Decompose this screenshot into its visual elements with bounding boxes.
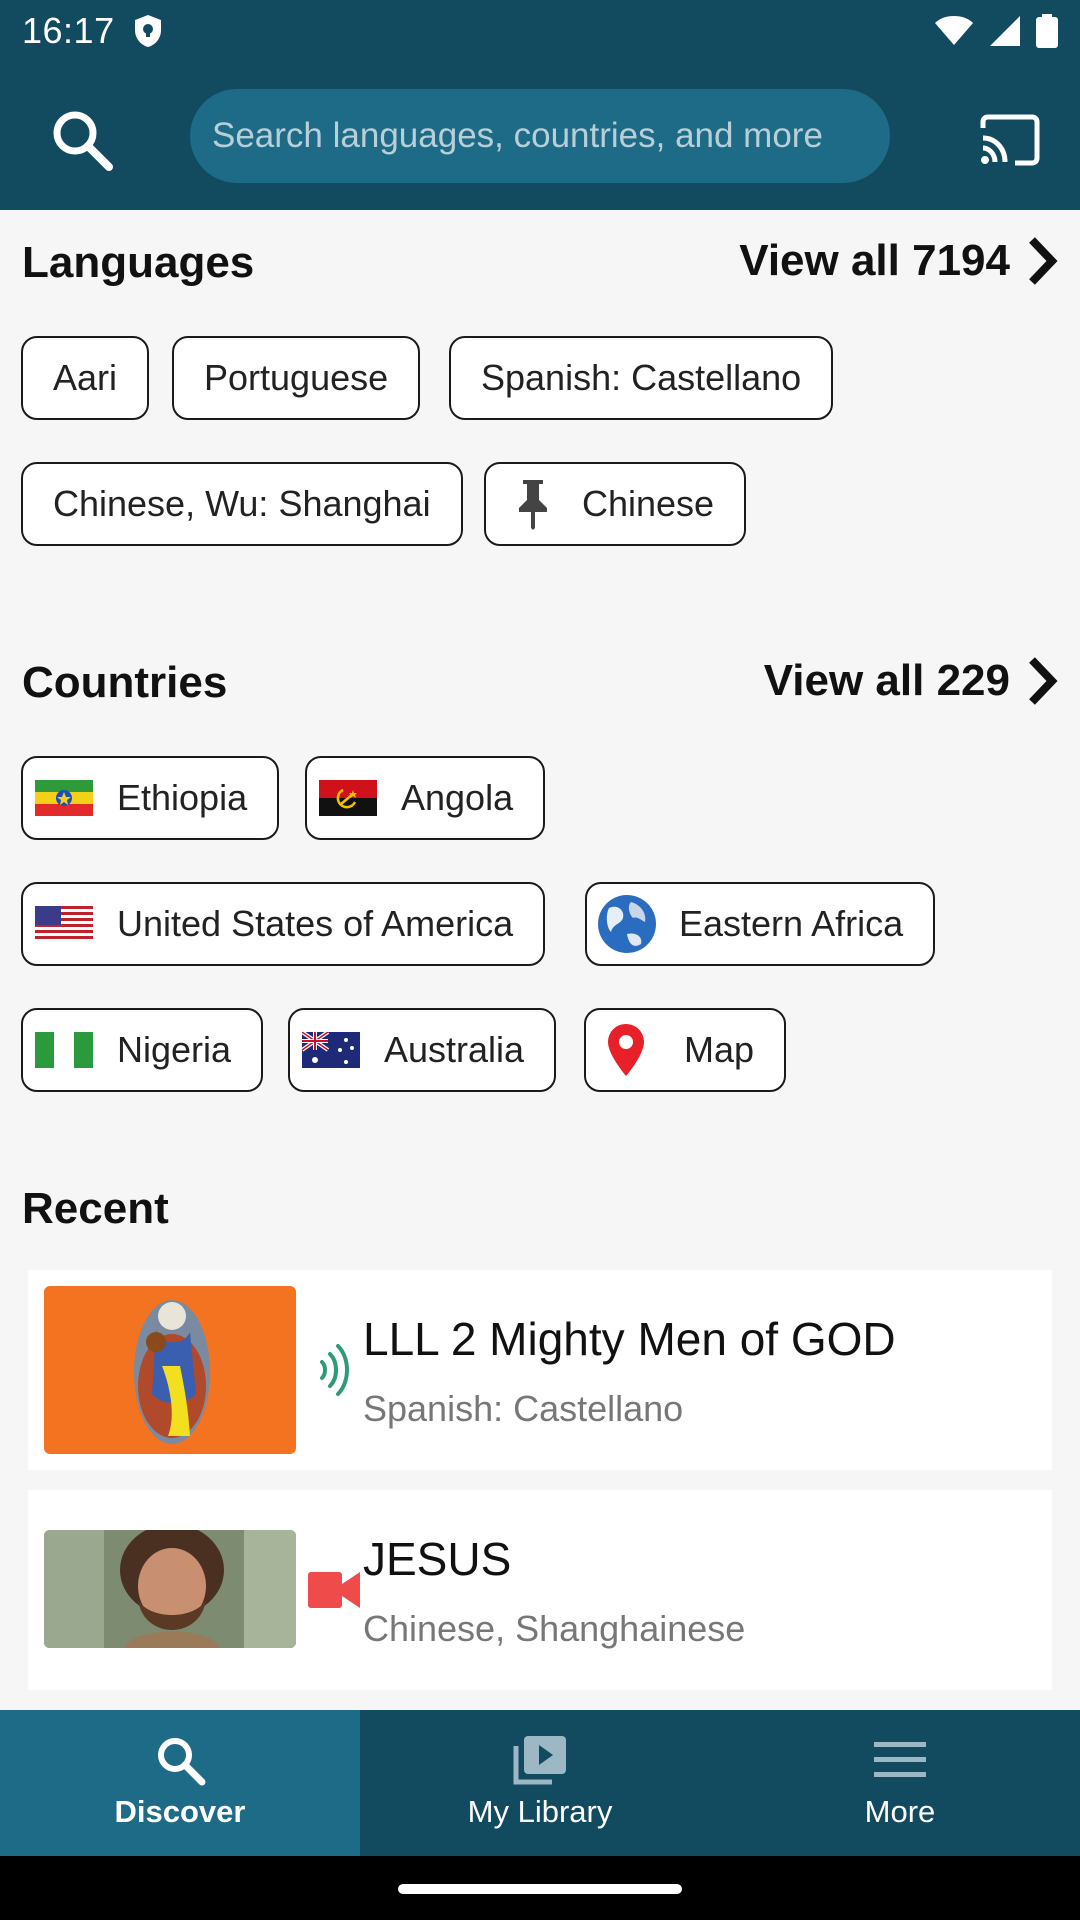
- search-bar[interactable]: [190, 89, 890, 183]
- status-bar: 16:17: [0, 0, 1080, 62]
- wifi-icon: [935, 16, 973, 45]
- language-chip-chinese[interactable]: Chinese: [484, 462, 747, 546]
- recent-item-subtitle: Spanish: Castellano: [363, 1388, 684, 1429]
- chip-label: Ethiopia: [117, 777, 248, 818]
- status-time: 16:17: [22, 10, 115, 51]
- language-chip-aari[interactable]: Aari: [21, 336, 150, 420]
- country-chip-ethiopia[interactable]: Ethiopia: [21, 756, 280, 840]
- chip-label: Chinese: [582, 483, 715, 524]
- language-chip-chinese-wu-shanghai[interactable]: Chinese, Wu: Shanghai: [21, 462, 463, 546]
- languages-view-all-link[interactable]: View all 7194: [739, 236, 1058, 286]
- battery-icon: [1036, 14, 1058, 48]
- recent-heading: Recent: [22, 1184, 169, 1233]
- country-chip-nigeria[interactable]: Nigeria: [21, 1008, 264, 1092]
- video-icon: [304, 1560, 364, 1620]
- recent-thumbnail: [44, 1286, 296, 1454]
- search-icon[interactable]: [42, 100, 122, 180]
- recent-thumbnail: [44, 1530, 296, 1648]
- countries-heading: Countries: [22, 658, 228, 707]
- map-chip[interactable]: Map: [584, 1008, 787, 1092]
- angola-flag-icon: [319, 780, 377, 816]
- cast-icon[interactable]: [970, 100, 1050, 180]
- chip-label: Australia: [384, 1029, 525, 1070]
- shield-icon: [133, 14, 163, 53]
- chip-label: Aari: [53, 357, 118, 398]
- gesture-bar: [0, 1856, 1080, 1920]
- nav-my-library-label: My Library: [467, 1794, 613, 1829]
- system-icons: [934, 14, 1058, 48]
- search-icon: [154, 1732, 206, 1788]
- bottom-navigation: Discover My Library More: [0, 1710, 1080, 1856]
- country-chip-eastern-africa[interactable]: Eastern Africa: [585, 882, 936, 966]
- country-chip-angola[interactable]: Angola: [305, 756, 546, 840]
- signal-icon: [990, 16, 1020, 46]
- audio-icon: [304, 1340, 364, 1400]
- chip-label: Nigeria: [117, 1029, 232, 1070]
- chevron-right-icon: [1029, 657, 1058, 705]
- chip-label: Chinese, Wu: Shanghai: [53, 483, 431, 524]
- language-chip-portuguese[interactable]: Portuguese: [172, 336, 421, 420]
- search-input[interactable]: [212, 116, 890, 156]
- recent-item-subtitle: Chinese, Shanghainese: [363, 1608, 746, 1649]
- languages-heading: Languages: [22, 238, 255, 287]
- chevron-right-icon: [1029, 237, 1058, 285]
- languages-view-all-label: View all 7194: [739, 236, 1010, 285]
- globe-icon: [598, 895, 656, 953]
- australia-flag-icon: [302, 1032, 360, 1068]
- nav-discover[interactable]: Discover: [0, 1710, 360, 1856]
- chip-label: Eastern Africa: [679, 903, 904, 944]
- chip-label: Spanish: Castellano: [481, 357, 802, 398]
- nav-more-label: More: [864, 1794, 936, 1829]
- pin-icon: [516, 478, 550, 530]
- map-pin-icon: [608, 1024, 644, 1076]
- home-handle[interactable]: [398, 1884, 682, 1894]
- chip-label: Angola: [401, 777, 514, 818]
- nigeria-flag-icon: [35, 1032, 93, 1068]
- chip-label: Map: [684, 1029, 755, 1070]
- recent-item-title: LLL 2 Mighty Men of GOD: [363, 1313, 896, 1365]
- library-icon: [512, 1732, 568, 1788]
- ethiopia-flag-icon: [35, 780, 93, 816]
- countries-view-all-link[interactable]: View all 229: [764, 656, 1058, 706]
- country-chip-united-states[interactable]: United States of America: [21, 882, 546, 966]
- country-chip-australia[interactable]: Australia: [288, 1008, 557, 1092]
- nav-discover-label: Discover: [114, 1794, 246, 1829]
- usa-flag-icon: [35, 906, 93, 942]
- nav-more[interactable]: More: [720, 1710, 1080, 1856]
- chip-label: United States of America: [117, 903, 514, 944]
- recent-item-title: JESUS: [363, 1533, 512, 1585]
- app-bar: [0, 62, 1080, 210]
- menu-icon: [874, 1732, 926, 1788]
- recent-item[interactable]: LLL 2 Mighty Men of GOD Spanish: Castell…: [28, 1270, 1052, 1470]
- nav-my-library[interactable]: My Library: [360, 1710, 720, 1856]
- chip-label: Portuguese: [204, 357, 389, 398]
- recent-item[interactable]: JESUS Chinese, Shanghainese: [28, 1490, 1052, 1690]
- language-chip-spanish-castellano[interactable]: Spanish: Castellano: [449, 336, 834, 420]
- countries-view-all-label: View all 229: [763, 656, 1010, 705]
